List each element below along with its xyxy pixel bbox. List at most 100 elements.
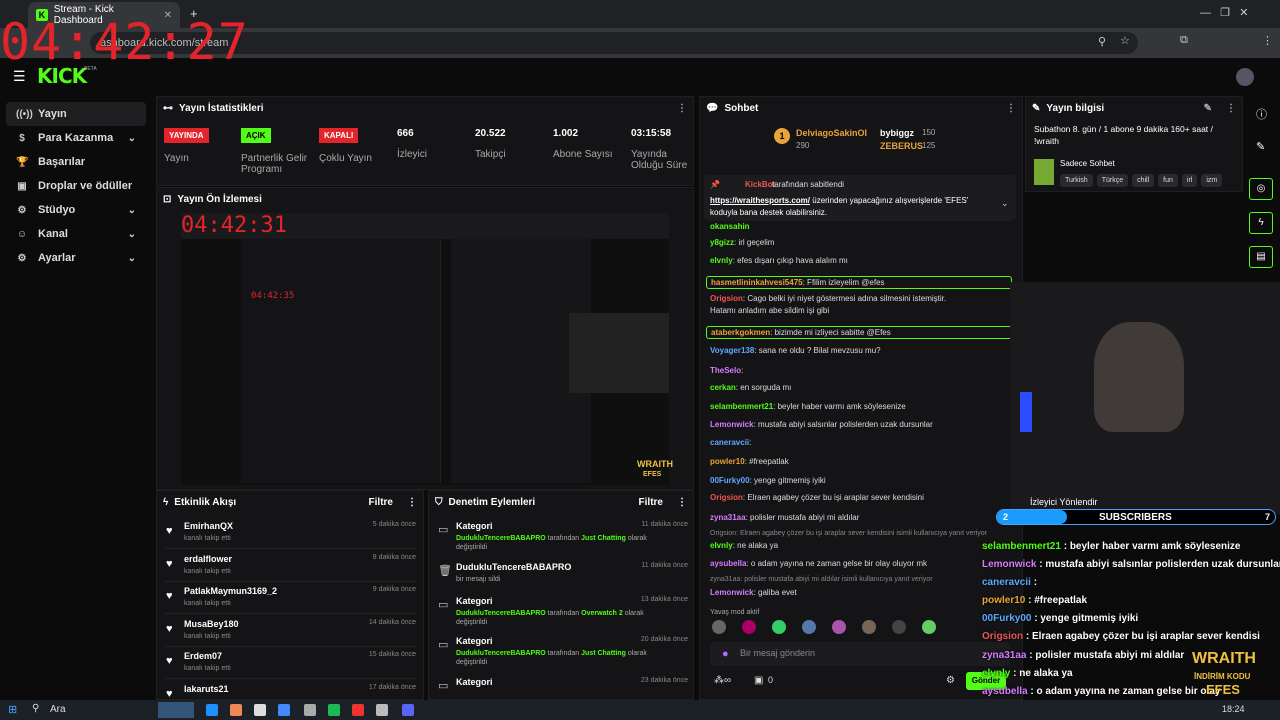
emote-icon[interactable] [832, 620, 846, 634]
tag-chip[interactable]: fun [1158, 174, 1178, 187]
emote-row[interactable] [712, 620, 1012, 636]
pinned-by-user[interactable]: KickBot [745, 180, 775, 189]
emote-icon[interactable] [922, 620, 936, 634]
chat-input[interactable]: ● Bir mesaj gönderin [710, 642, 1010, 666]
sidebar-item-5[interactable]: ☺ Kanal ⌄ [6, 222, 146, 246]
mod-filter-button[interactable]: Filtre [639, 497, 663, 508]
app-icon[interactable] [254, 704, 266, 716]
mod-action-title: Kategori [456, 521, 493, 531]
chat-username[interactable]: caneravcii [710, 438, 749, 447]
chat-username[interactable]: Lemonwick [710, 588, 754, 597]
tag-chip[interactable]: izm [1201, 174, 1223, 187]
stats-menu-icon[interactable]: ⋮ [677, 103, 687, 114]
avatar[interactable] [1236, 68, 1254, 86]
info-edit-icon[interactable]: ✎ [1204, 103, 1212, 114]
taskbar-search[interactable]: Ara [50, 704, 66, 715]
widget-icon[interactable] [158, 702, 194, 718]
lightning-icon[interactable]: ϟ [1249, 212, 1273, 234]
app-icon[interactable] [304, 704, 316, 716]
spotify-icon[interactable] [328, 704, 340, 716]
sidebar-item-6[interactable]: ⚙ Ayarlar ⌄ [6, 246, 146, 270]
chevron-down-icon[interactable]: ⌄ [128, 229, 136, 240]
app-icon[interactable] [230, 704, 242, 716]
chat-username[interactable]: Origsion [710, 294, 743, 303]
stream-preview-video[interactable]: 04:42:31 04:42:35 WRAITH EFES [181, 213, 673, 485]
emote-icon[interactable] [742, 620, 756, 634]
tag-chip[interactable]: irl [1181, 174, 1198, 187]
emote-icon[interactable] [862, 620, 876, 634]
sidebar-item-4[interactable]: ⚙ Stüdyo ⌄ [6, 198, 146, 222]
mod-user[interactable]: DudukluTencereBABAPRO [456, 610, 546, 617]
info-menu-icon[interactable]: ⋮ [1226, 103, 1236, 114]
activity-user[interactable]: PatlakMaymun3169_2 [184, 586, 277, 596]
chat-username[interactable]: elvnly [710, 256, 733, 265]
chat-username[interactable]: Voyager138 [710, 346, 754, 355]
window-controls-icon[interactable]: — ❐ ✕ [1200, 6, 1248, 19]
chat-username[interactable]: elvnly [710, 541, 733, 550]
chat-username[interactable]: y8gizz [710, 238, 734, 247]
activity-user[interactable]: lakaruts21 [184, 684, 229, 694]
activity-user[interactable]: Erdem07 [184, 651, 222, 661]
leader-third-name[interactable]: ZEBERUS [880, 141, 923, 151]
obs-icon[interactable] [376, 704, 388, 716]
chat-username[interactable]: ataberkgokmen [711, 328, 770, 337]
emote-icon[interactable] [712, 620, 726, 634]
infinity-icon[interactable]: ⁂∞ [714, 675, 731, 686]
leader-first-name[interactable]: DelviagoSakinOl [796, 128, 867, 138]
tag-chip[interactable]: Türkçe [1096, 174, 1129, 187]
chat-username[interactable]: cerkan [710, 383, 736, 392]
windows-start-icon[interactable]: ⊞ [8, 703, 17, 716]
gift-icon[interactable]: ▣ [754, 675, 763, 686]
chat-username[interactable]: Origsion [710, 493, 743, 502]
bookmark-star-icon[interactable]: ☆ [1120, 34, 1130, 47]
tag-chip[interactable]: chill [1132, 174, 1155, 187]
chrome-icon[interactable] [352, 704, 364, 716]
mod-menu-icon[interactable]: ⋮ [677, 497, 687, 508]
camera-icon[interactable]: ◎ [1249, 178, 1273, 200]
mod-user[interactable]: DudukluTencereBABAPRO [456, 650, 546, 657]
pencil-icon[interactable]: ✎ [1256, 140, 1265, 153]
chat-username[interactable]: 00Furky00 [710, 476, 750, 485]
sidebar-item-0[interactable]: ((•)) Yayın [6, 102, 146, 126]
activity-user[interactable]: EmirhanQX [184, 521, 233, 531]
extensions-icon[interactable]: ⧉ [1180, 34, 1188, 47]
activity-user[interactable]: erdalflower [184, 554, 232, 564]
mic-icon[interactable]: ● [722, 648, 729, 660]
chevron-down-icon[interactable]: ⌄ [128, 205, 136, 216]
chat-menu-icon[interactable]: ⋮ [1006, 103, 1016, 114]
chat-username[interactable]: Lemonwick [710, 420, 754, 429]
emote-icon[interactable] [802, 620, 816, 634]
chat-username[interactable]: aysubella [710, 559, 746, 568]
chat-username[interactable]: TheSelo [710, 366, 741, 375]
chat-username[interactable]: hasmetlininkahvesi5475 [711, 278, 803, 287]
search-icon[interactable]: ⚲ [32, 703, 39, 714]
activity-menu-icon[interactable]: ⋮ [407, 497, 417, 508]
edge-icon[interactable] [206, 704, 218, 716]
chat-settings-icon[interactable]: ⚙ [946, 675, 955, 686]
chat-username[interactable]: okansahin [710, 222, 750, 231]
chat-username[interactable]: powler10 [710, 457, 745, 466]
emote-icon[interactable] [892, 620, 906, 634]
zoom-icon[interactable]: ⚲ [1098, 35, 1106, 48]
app-icon[interactable] [278, 704, 290, 716]
chat-username[interactable]: zyna31aa [710, 513, 746, 522]
emote-icon[interactable] [772, 620, 786, 634]
activity-filter-button[interactable]: Filtre [369, 497, 393, 508]
notes-icon[interactable]: ▤ [1249, 246, 1273, 268]
leader-second-name[interactable]: bybiggz [880, 128, 914, 138]
chat-username[interactable]: selambenmert21 [710, 402, 773, 411]
category-name[interactable]: Sadece Sohbet [1060, 159, 1115, 168]
sidebar-item-1[interactable]: $ Para Kazanma ⌄ [6, 126, 146, 150]
info-icon[interactable]: ⓘ [1256, 106, 1267, 122]
chevron-down-icon[interactable]: ⌄ [128, 133, 136, 144]
discord-icon[interactable] [402, 704, 414, 716]
pinned-collapse-icon[interactable]: ⌄ [1001, 198, 1009, 209]
sidebar-item-2[interactable]: 🏆 Başarılar [6, 150, 146, 174]
chevron-down-icon[interactable]: ⌄ [128, 253, 136, 264]
mod-user[interactable]: DudukluTencereBABAPRO [456, 535, 546, 542]
activity-user[interactable]: MusaBey180 [184, 619, 239, 629]
sidebar-item-3[interactable]: ▣ Droplar ve ödüller [6, 174, 146, 198]
tag-chip[interactable]: Turkish [1060, 174, 1093, 187]
pinned-link[interactable]: https://wraithesports.com/ [710, 196, 810, 205]
browser-menu-icon[interactable]: ⋮ [1262, 34, 1273, 47]
